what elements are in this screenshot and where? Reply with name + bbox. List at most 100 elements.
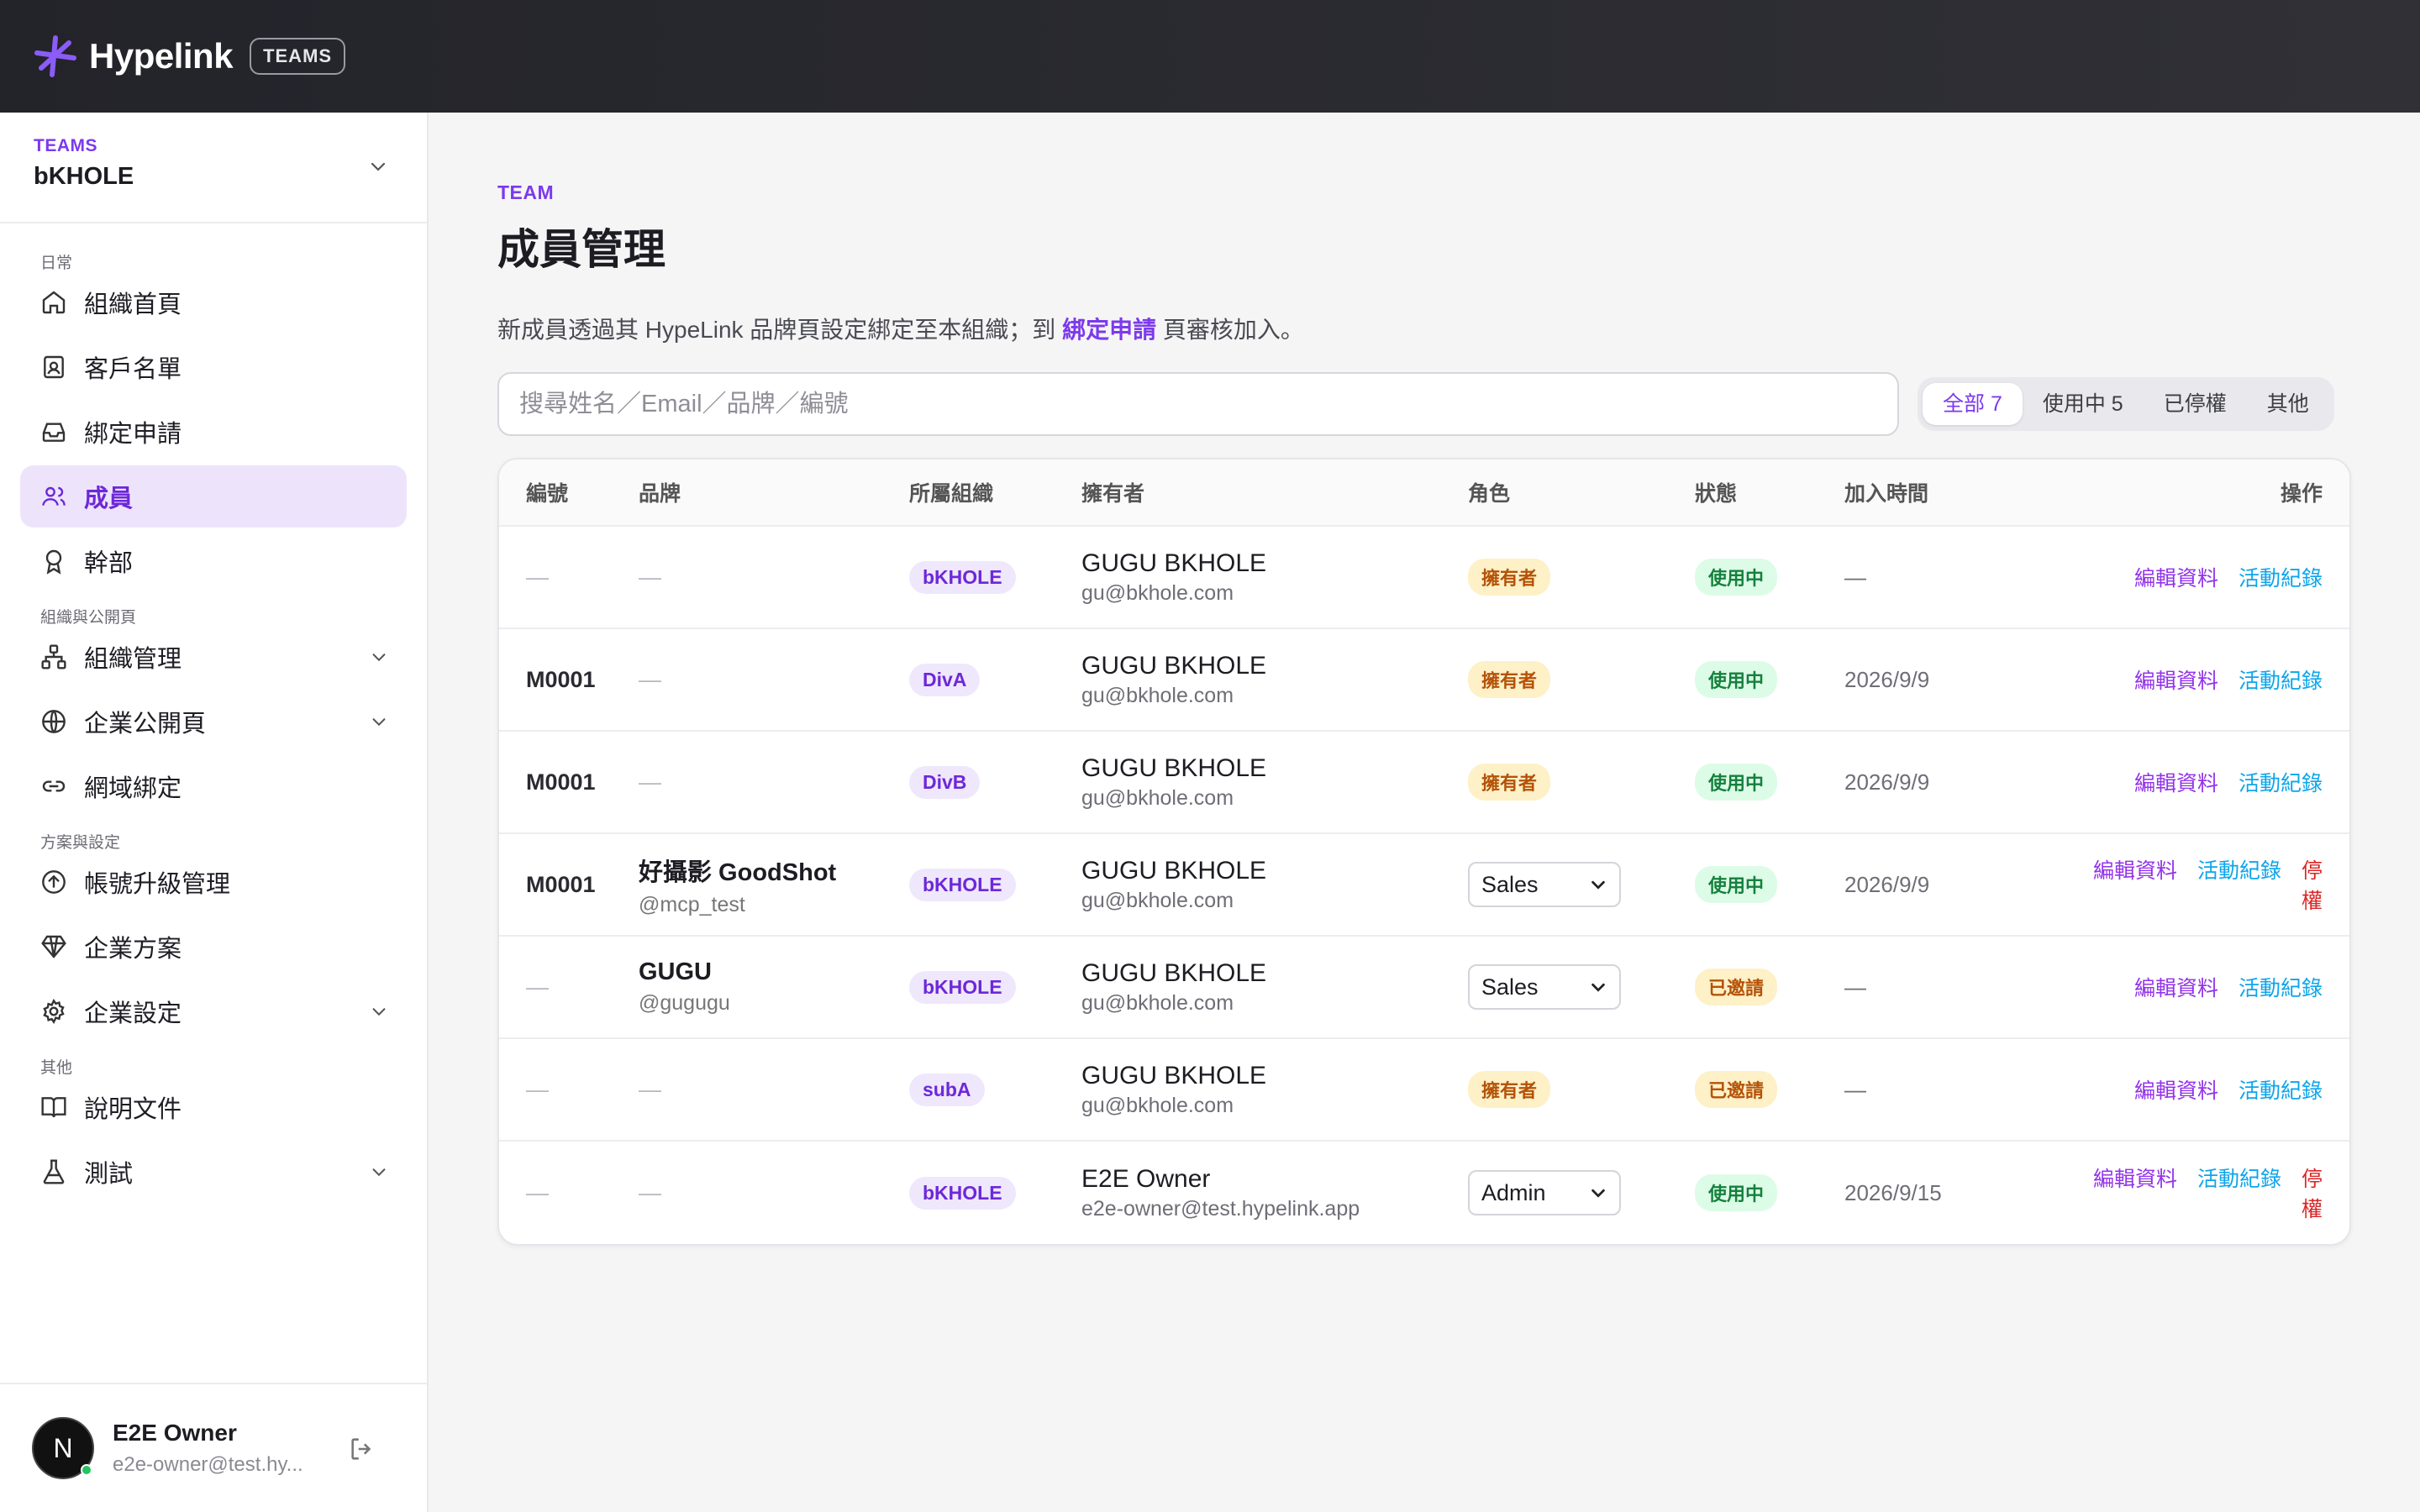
edit-link[interactable]: 編輯資料	[2134, 977, 2218, 1000]
suspend-link[interactable]: 停權	[2302, 1168, 2323, 1221]
activity-log-link[interactable]: 活動紀錄	[2238, 1079, 2323, 1103]
edit-link[interactable]: 編輯資料	[2093, 859, 2177, 883]
suspend-link[interactable]: 停權	[2302, 859, 2323, 913]
role-select[interactable]: Sales	[1468, 862, 1621, 907]
owner-email: gu@bkhole.com	[1081, 580, 1234, 605]
sidebar-item-label: 企業設定	[84, 1000, 182, 1027]
sidebar-item-home[interactable]: 組織首頁	[20, 271, 407, 333]
sidebar-item-officers[interactable]: 幹部	[20, 530, 407, 592]
table-row: M0001 好攝影 GoodShot @mcp_test bKHOLE GUGU …	[499, 834, 2349, 937]
column-header-org: 所屬組織	[909, 482, 994, 506]
role-select[interactable]: Sales	[1468, 964, 1621, 1010]
award-icon	[45, 549, 62, 575]
globe-icon	[42, 710, 66, 733]
sidebar-item-members[interactable]: 成員	[20, 465, 407, 528]
sidebar-item-label: 企業公開頁	[84, 711, 207, 738]
activity-log-link[interactable]: 活動紀錄	[2238, 669, 2323, 693]
table-row: — — bKHOLE GUGU BKHOLE gu@bkhole.com 擁有者 …	[499, 527, 2349, 629]
sidebar-item-customers[interactable]: 客戶名單	[20, 336, 407, 398]
owner-email: e2e-owner@test.hypelink.app	[1081, 1196, 1360, 1221]
status-badge: 已邀請	[1695, 969, 1778, 1005]
sidebar-item-upgrade[interactable]: 帳號升級管理	[20, 851, 407, 913]
gear-icon	[43, 998, 65, 1025]
desc-suffix: 頁審核加入。	[1156, 317, 1304, 343]
chevron-down-icon	[372, 718, 386, 727]
page-description: 新成員透過其 HypeLink 品牌頁設定綁定至本組織；到 綁定申請 頁審核加入…	[497, 312, 2354, 345]
edit-link[interactable]: 編輯資料	[2134, 772, 2218, 795]
sidebar-item-docs[interactable]: 說明文件	[20, 1076, 407, 1138]
role-select[interactable]: Admin	[1468, 1170, 1621, 1215]
joined-date: —	[1844, 974, 1866, 1000]
brand-name: 好攝影 GoodShot	[639, 858, 837, 886]
owner-email: gu@bkhole.com	[1081, 1093, 1234, 1117]
activity-log-link[interactable]: 活動紀錄	[2197, 859, 2281, 883]
activity-log-link[interactable]: 活動紀錄	[2238, 772, 2323, 795]
column-header-brand: 品牌	[639, 482, 681, 506]
page-eyebrow: TEAM	[497, 181, 555, 203]
activity-log-link[interactable]: 活動紀錄	[2238, 977, 2323, 1000]
sidebar-item-plan[interactable]: 企業方案	[20, 916, 407, 978]
binding-request-link[interactable]: 綁定申請	[1062, 317, 1156, 343]
sidebar-item-label: 綁定申請	[84, 421, 182, 448]
edit-link[interactable]: 編輯資料	[2134, 567, 2218, 591]
edit-link[interactable]: 編輯資料	[2134, 1079, 2218, 1103]
inbox-icon	[42, 423, 66, 442]
team-caption: TEAMS	[34, 136, 97, 155]
table-row: M0001 — DivB GUGU BKHOLE gu@bkhole.com 擁有…	[499, 732, 2349, 834]
org-badge: bKHOLE	[909, 868, 1016, 901]
home-icon	[42, 291, 66, 314]
status-filter: 全部 7 使用中 5 已停權 其他	[1918, 377, 2334, 431]
chevron-down-icon	[1591, 880, 1605, 890]
owner-name: GUGU BKHOLE	[1081, 958, 1267, 987]
owner-email: gu@bkhole.com	[1081, 888, 1234, 912]
owner-name: E2E Owner	[1081, 1164, 1211, 1193]
member-code: —	[526, 974, 549, 1000]
edit-link[interactable]: 編輯資料	[2134, 669, 2218, 693]
column-header-joined: 加入時間	[1844, 482, 1929, 506]
edit-link[interactable]: 編輯資料	[2093, 1168, 2177, 1191]
contact-card-icon	[44, 355, 64, 379]
member-code: M0001	[526, 666, 596, 692]
filter-active[interactable]: 使用中 5	[2023, 383, 2144, 425]
nav-section-daily: 日常	[40, 255, 73, 272]
org-badge: bKHOLE	[909, 970, 1016, 1004]
nav-section-org-public: 組織與公開頁	[40, 609, 137, 627]
sidebar-item-label: 說明文件	[84, 1096, 182, 1123]
column-header-owner: 擁有者	[1081, 482, 1145, 506]
status-badge: 使用中	[1695, 559, 1778, 596]
team-switcher[interactable]: TEAMS bKHOLE	[0, 113, 427, 223]
status-badge: 已邀請	[1695, 1071, 1778, 1108]
owner-email: gu@bkhole.com	[1081, 683, 1234, 707]
member-code: —	[526, 1076, 549, 1102]
search-input[interactable]	[497, 372, 1899, 436]
brand-logo[interactable]: Hypelink	[32, 33, 234, 80]
sidebar-item-domain[interactable]: 網域綁定	[20, 755, 407, 817]
joined-date: —	[1844, 1076, 1866, 1102]
table-row: M0001 — DivA GUGU BKHOLE gu@bkhole.com 擁有…	[499, 629, 2349, 732]
user-info: E2E Owner e2e-owner@test.hy...	[113, 1420, 303, 1477]
sidebar-item-binding[interactable]: 綁定申請	[20, 401, 407, 463]
sidebar-item-label: 幹部	[84, 550, 134, 577]
filter-all[interactable]: 全部 7	[1923, 383, 2023, 425]
org-badge: subA	[909, 1073, 985, 1106]
activity-log-link[interactable]: 活動紀錄	[2197, 1168, 2281, 1191]
sidebar-nav: 日常 組織首頁 客戶名單 綁定申請 成員 幹部 組織與公開頁 組織管理 企業公開…	[0, 223, 427, 1203]
member-code: —	[526, 1179, 549, 1205]
member-code: M0001	[526, 769, 596, 795]
chevron-down-icon	[1591, 1189, 1605, 1198]
activity-log-link[interactable]: 活動紀錄	[2238, 567, 2323, 591]
sidebar-item-settings[interactable]: 企業設定	[20, 980, 407, 1042]
sidebar-item-test[interactable]: 測試	[20, 1141, 407, 1203]
avatar[interactable]: N	[32, 1417, 94, 1479]
brand-name: Hypelink	[89, 36, 234, 76]
sidebar-item-label: 組織首頁	[84, 291, 182, 318]
sidebar-item-org-manage[interactable]: 組織管理	[20, 626, 407, 688]
column-header-role: 角色	[1468, 482, 1511, 506]
sidebar-item-public-page[interactable]: 企業公開頁	[20, 690, 407, 753]
brand-name: —	[639, 1179, 661, 1205]
logout-icon[interactable]	[348, 1435, 376, 1463]
filter-other[interactable]: 其他	[2247, 383, 2329, 425]
brand-name: —	[639, 564, 661, 590]
filter-suspended[interactable]: 已停權	[2144, 383, 2247, 425]
avatar-initial: N	[53, 1432, 73, 1463]
